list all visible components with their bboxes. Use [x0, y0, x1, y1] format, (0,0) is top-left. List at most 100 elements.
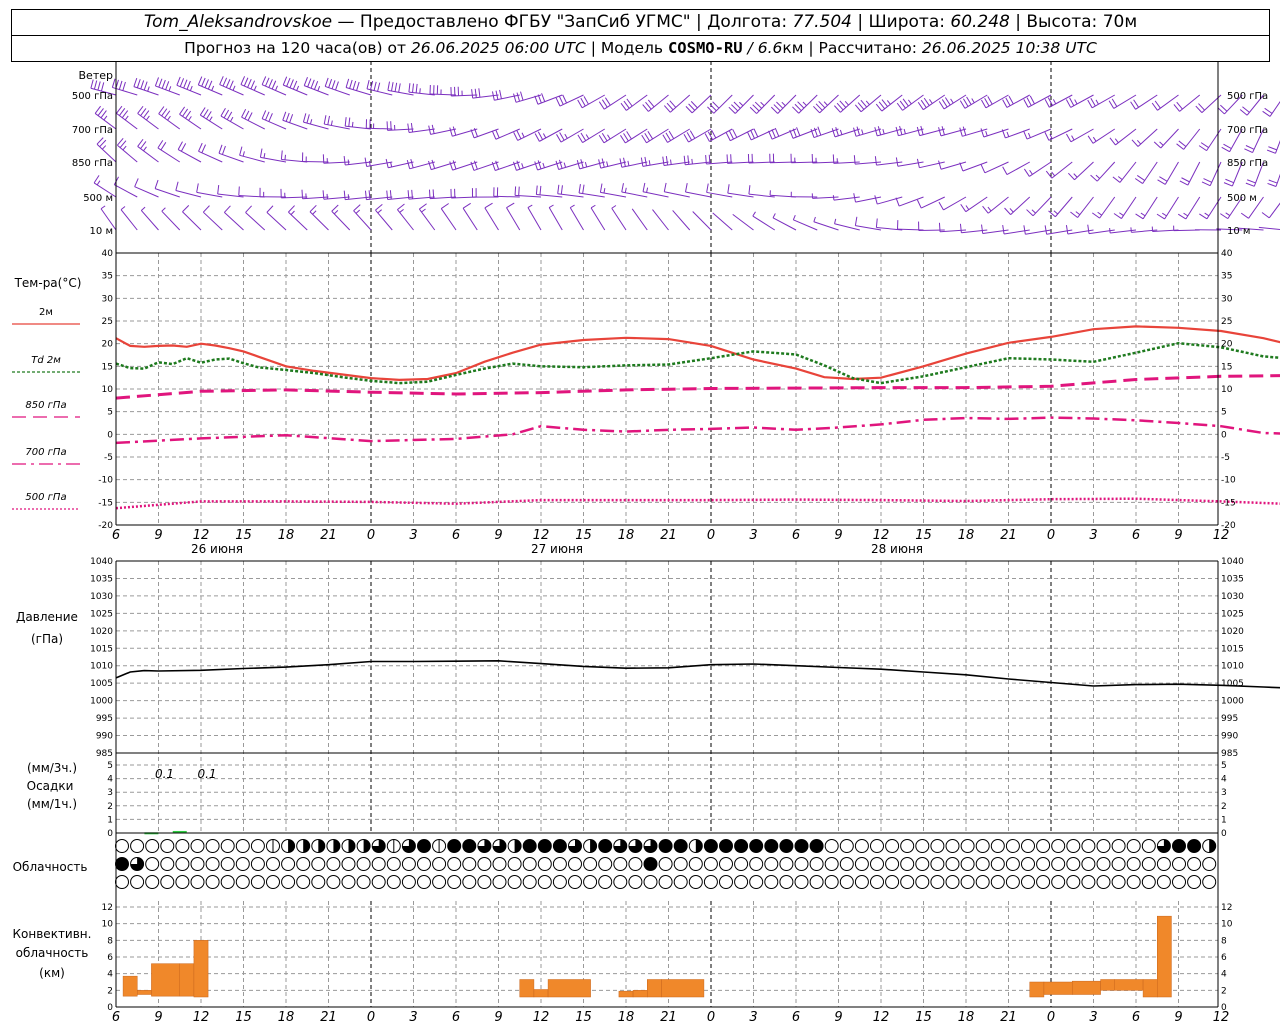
- hour-label-bottom: 9: [494, 1010, 502, 1024]
- wind-barb: [896, 94, 924, 111]
- cloud-symbol-circle: [462, 875, 477, 889]
- cloud-symbol-circle: [945, 857, 960, 871]
- wind-barb-feather: [296, 85, 300, 91]
- cloud-cover-symbol: [1187, 839, 1202, 853]
- temperature-ytick-left: 20: [102, 340, 114, 350]
- wind-barb-staff: [590, 207, 606, 231]
- hour-label-bottom: 0: [1047, 1010, 1055, 1024]
- wind-barb-feather: [96, 180, 101, 186]
- cloud-cover-symbol: [235, 857, 250, 871]
- temperature-ytick-left: -15: [98, 498, 113, 508]
- cloud-cover-symbol: [507, 875, 522, 889]
- temperature-legend-label: 850 гПа: [25, 400, 66, 411]
- wind-barb-feather: [386, 190, 389, 200]
- cloud-symbol-circle: [688, 875, 703, 889]
- wind-barb-feather: [143, 146, 147, 152]
- cloud-symbol-circle: [960, 875, 975, 889]
- wind-barb-feather: [626, 131, 632, 140]
- cloudiness-title: Облачность: [13, 860, 88, 874]
- wind-barb: [1108, 94, 1137, 109]
- wind-barb: [1090, 161, 1116, 182]
- wind-barb-feather: [1199, 213, 1208, 220]
- wind-barb-feather: [516, 92, 521, 102]
- convective-cloud-bar: [151, 963, 181, 997]
- cloud-cover-symbol: [990, 839, 1005, 853]
- temperature-ytick-left: 0: [107, 430, 113, 440]
- wind-barb-staff: [1209, 161, 1222, 186]
- wind-barb-staff: [581, 94, 605, 109]
- wind-barb-feather: [247, 79, 252, 88]
- wind-barb-staff: [304, 85, 329, 96]
- cloud-symbol-circle: [1126, 857, 1141, 871]
- hour-label-mid: 12: [1213, 528, 1230, 543]
- wind-barb-feather: [143, 81, 148, 91]
- wind-barb-feather: [103, 115, 108, 121]
- wind-barb-feather: [390, 161, 393, 168]
- cloud-cover-symbol: [1066, 839, 1081, 853]
- convective-ytick-right: 8: [1221, 936, 1227, 946]
- hour-label-mid: 12: [873, 528, 890, 543]
- cloud-symbol-circle: [1005, 875, 1020, 889]
- cloud-symbol-circle: [522, 839, 537, 853]
- cloud-cover-symbol: [1172, 875, 1186, 889]
- wind-barb-feather: [611, 205, 617, 209]
- cloud-symbol-half: [333, 839, 340, 853]
- wind-barb-staff: [494, 94, 520, 101]
- cloud-symbol-circle: [990, 857, 1005, 871]
- wind-barb-staff: [266, 211, 287, 231]
- cloud-cover-symbol: [749, 875, 764, 889]
- wind-barb-feather: [941, 126, 945, 136]
- wind-barb-feather: [182, 205, 190, 213]
- wind-barb-feather: [670, 159, 672, 165]
- wind-barb-feather: [140, 206, 146, 211]
- wind-barb: [752, 211, 776, 231]
- pressure-ytick-right: 1020: [1221, 627, 1244, 637]
- cloud-cover-symbol: [1141, 839, 1156, 853]
- wind-barb-feather: [410, 122, 414, 133]
- cloud-symbol-circle: [205, 839, 220, 853]
- wind-barb-feather: [1201, 181, 1211, 187]
- wind-barb-feather: [691, 158, 693, 165]
- hour-label-bottom: 21: [660, 1010, 677, 1024]
- wind-barb-feather: [1091, 212, 1100, 219]
- pressure-ytick-right: 1030: [1221, 592, 1244, 602]
- wind-barb-feather: [902, 98, 909, 107]
- wind-barb-feather: [432, 189, 435, 199]
- convective-unit: (км): [39, 966, 65, 980]
- wind-barb: [982, 196, 1009, 214]
- wind-barb: [462, 202, 478, 231]
- cloud-symbol-circle: [1066, 839, 1081, 853]
- wind-barb: [1066, 128, 1094, 143]
- temperature-series-t850: [115, 374, 1280, 400]
- convective-ytick-left: 10: [102, 920, 114, 930]
- wind-barb: [331, 204, 351, 231]
- wind-barb: [116, 105, 138, 130]
- wind-barb-feather: [1047, 97, 1053, 106]
- wind-barb: [471, 88, 499, 99]
- wind-barb: [282, 76, 308, 96]
- wind-barb: [302, 152, 329, 163]
- cloud-cover-symbol: [628, 875, 643, 889]
- cloud-symbol-circle: [160, 857, 175, 871]
- wind-barb-feather: [903, 128, 906, 134]
- convective-cloud-bar: [618, 990, 634, 998]
- wind-barb-feather: [541, 93, 546, 102]
- cloud-symbol-circle: [1005, 839, 1020, 853]
- wind-barb-feather: [647, 99, 655, 108]
- wind-barb-feather: [265, 77, 270, 87]
- cloud-cover-symbol: [613, 857, 628, 871]
- cloud-cover-symbol: [477, 839, 492, 853]
- wind-barb-feather: [137, 138, 144, 147]
- temperature-ytick-left: -5: [104, 453, 113, 463]
- wind-barb: [1131, 128, 1158, 147]
- cloud-cover-symbol: [824, 875, 839, 889]
- wind-barb: [704, 128, 733, 142]
- cloud-cover-symbol: [1141, 857, 1156, 871]
- wind-barb: [662, 156, 690, 167]
- wind-barb-feather: [1108, 100, 1115, 109]
- cloud-symbol-circle: [220, 875, 235, 889]
- wind-barb-staff: [897, 161, 924, 167]
- cloud-cover-symbol: [583, 857, 598, 871]
- wind-barb-feather: [514, 186, 517, 196]
- wind-barb-feather: [406, 159, 411, 169]
